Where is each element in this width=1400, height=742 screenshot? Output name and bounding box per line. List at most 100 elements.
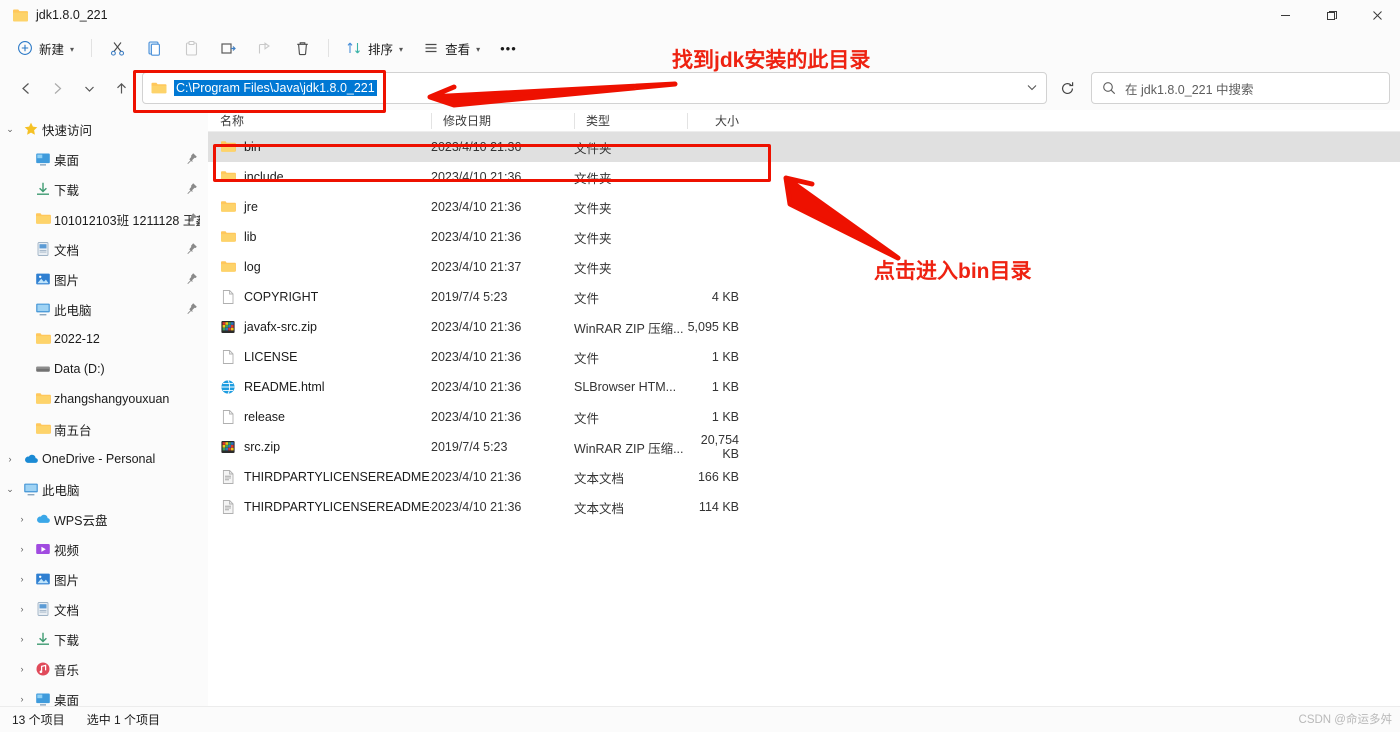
chevron-right-icon[interactable]: ›: [0, 454, 20, 464]
chevron-right-icon[interactable]: ›: [12, 334, 32, 344]
table-row[interactable]: javafx-src.zip 2023/4/10 21:36 WinRAR ZIP …: [208, 312, 1400, 342]
pin-icon[interactable]: [186, 242, 198, 257]
forward-button[interactable]: [42, 73, 72, 103]
close-button[interactable]: [1354, 0, 1400, 30]
delete-icon: [294, 40, 311, 57]
chevron-down-icon[interactable]: ⌄: [0, 124, 20, 135]
chevron-down-icon[interactable]: [1026, 81, 1038, 95]
maximize-button[interactable]: [1308, 0, 1354, 30]
sidebar-item-7[interactable]: › 2022-12: [0, 324, 208, 354]
table-row[interactable]: README.html 2023/4/10 21:36 SLBrowser HTM.…: [208, 372, 1400, 402]
sidebar-item-10[interactable]: › 南五台: [0, 414, 208, 444]
chevron-right-icon[interactable]: ›: [12, 274, 32, 284]
chevron-right-icon[interactable]: ›: [12, 574, 32, 584]
chevron-right-icon[interactable]: ›: [12, 514, 32, 524]
cut-button[interactable]: [100, 33, 135, 63]
back-button[interactable]: [10, 73, 40, 103]
file-explorer-window: jdk1.8.0_221 新建 ▾ 排序 ▾ 查看 ▾ ••• C:\Progr…: [0, 0, 1400, 742]
more-options-button[interactable]: •••: [491, 33, 526, 63]
sidebar-item-8[interactable]: › Data (D:): [0, 354, 208, 384]
recent-locations-button[interactable]: [74, 73, 104, 103]
sidebar-item-4[interactable]: › 文档: [0, 234, 208, 264]
column-header-name[interactable]: 名称: [208, 110, 431, 132]
chevron-right-icon[interactable]: ›: [12, 394, 32, 404]
chevron-right-icon[interactable]: ›: [12, 424, 32, 434]
text-icon: [220, 469, 236, 485]
chevron-right-icon[interactable]: ›: [12, 544, 32, 554]
sort-button[interactable]: 排序 ▾: [337, 33, 412, 63]
folder-icon: [32, 391, 54, 407]
pin-icon[interactable]: [186, 212, 198, 227]
sidebar-item-5[interactable]: › 图片: [0, 264, 208, 294]
file-size-cell: 20,754 KB: [700, 433, 739, 461]
chevron-down-icon[interactable]: ⌄: [0, 484, 20, 495]
sidebar-item-18[interactable]: › 音乐: [0, 654, 208, 684]
chevron-right-icon[interactable]: ›: [12, 664, 32, 674]
address-highlight-box: [133, 70, 386, 113]
sidebar-item-14[interactable]: › 视频: [0, 534, 208, 564]
desktop-icon: [32, 151, 54, 167]
file-type-cell: 文件: [574, 411, 600, 426]
chevron-right-icon[interactable]: ›: [12, 154, 32, 164]
pin-icon[interactable]: [186, 152, 198, 167]
sidebar-item-label: zhangshangyouxuan: [54, 392, 170, 406]
paste-button[interactable]: [174, 33, 209, 63]
refresh-button[interactable]: [1051, 72, 1083, 104]
delete-button[interactable]: [285, 33, 320, 63]
pin-icon[interactable]: [186, 272, 198, 287]
sidebar-item-16[interactable]: › 文档: [0, 594, 208, 624]
table-row[interactable]: COPYRIGHT 2019/7/4 5:23 文件 4 KB: [208, 282, 1400, 312]
share-button[interactable]: [248, 33, 283, 63]
table-row[interactable]: src.zip 2019/7/4 5:23 WinRAR ZIP 压缩... 20,7…: [208, 432, 1400, 462]
explorer-tab[interactable]: jdk1.8.0_221: [0, 8, 108, 22]
chevron-right-icon[interactable]: ›: [12, 304, 32, 314]
chevron-right-icon[interactable]: ›: [12, 364, 32, 374]
search-input[interactable]: 在 jdk1.8.0_221 中搜索: [1091, 72, 1390, 104]
chevron-down-icon: ▾: [70, 44, 75, 54]
minimize-button[interactable]: [1262, 0, 1308, 30]
sidebar-item-12[interactable]: ⌄ 此电脑: [0, 474, 208, 504]
sidebar-item-0[interactable]: ⌄ 快速访问: [0, 114, 208, 144]
new-button[interactable]: 新建 ▾: [8, 33, 83, 63]
sidebar-item-label: 文档: [54, 243, 80, 258]
view-button[interactable]: 查看 ▾: [414, 33, 489, 63]
sidebar-item-11[interactable]: › OneDrive - Personal: [0, 444, 208, 474]
table-row[interactable]: LICENSE 2023/4/10 21:36 文件 1 KB: [208, 342, 1400, 372]
sidebar-item-19[interactable]: › 桌面: [0, 684, 208, 706]
file-size-cell: 1 KB: [711, 410, 739, 424]
file-type-cell: 文件夹: [574, 201, 612, 216]
copy-button[interactable]: [137, 33, 172, 63]
file-type-cell: WinRAR ZIP 压缩...: [574, 441, 684, 456]
table-row[interactable]: THIRDPARTYLICENSEREADME-JAVAF...2023/4/1…: [208, 492, 1400, 522]
file-name-cell: javafx-src.zip: [208, 319, 431, 335]
chevron-right-icon[interactable]: ›: [12, 184, 32, 194]
sidebar-item-3[interactable]: › 101012103班 1211128 王鑫: [0, 204, 208, 234]
folder-icon: [220, 229, 236, 245]
bin-row-highlight-box: [213, 144, 771, 182]
column-header-size[interactable]: 大小: [687, 110, 749, 132]
sidebar-item-13[interactable]: › WPS云盘: [0, 504, 208, 534]
new-button-label: 新建: [39, 42, 65, 57]
chevron-right-icon[interactable]: ›: [12, 214, 32, 224]
column-header-date[interactable]: 修改日期: [431, 110, 574, 132]
up-button[interactable]: [106, 73, 136, 103]
chevron-right-icon[interactable]: ›: [12, 244, 32, 254]
chevron-right-icon[interactable]: ›: [12, 694, 32, 704]
column-headers: 名称 修改日期 类型 大小 ⌃: [208, 110, 1400, 132]
pin-icon[interactable]: [186, 302, 198, 317]
chevron-right-icon[interactable]: ›: [12, 604, 32, 614]
table-row[interactable]: THIRDPARTYLICENSEREADME.txt 2023/4/10 21:…: [208, 462, 1400, 492]
table-row[interactable]: release 2023/4/10 21:36 文件 1 KB: [208, 402, 1400, 432]
chevron-right-icon[interactable]: ›: [12, 634, 32, 644]
file-name-cell: log: [208, 259, 431, 275]
sidebar-item-2[interactable]: › 下载: [0, 174, 208, 204]
selection-label: 选中 1 个项目: [86, 713, 161, 727]
sidebar-item-9[interactable]: › zhangshangyouxuan: [0, 384, 208, 414]
sidebar-item-1[interactable]: › 桌面: [0, 144, 208, 174]
sidebar-item-6[interactable]: › 此电脑: [0, 294, 208, 324]
pin-icon[interactable]: [186, 182, 198, 197]
column-header-type[interactable]: 类型: [574, 110, 687, 132]
sidebar-item-15[interactable]: › 图片: [0, 564, 208, 594]
rename-button[interactable]: [211, 33, 246, 63]
sidebar-item-17[interactable]: › 下载: [0, 624, 208, 654]
